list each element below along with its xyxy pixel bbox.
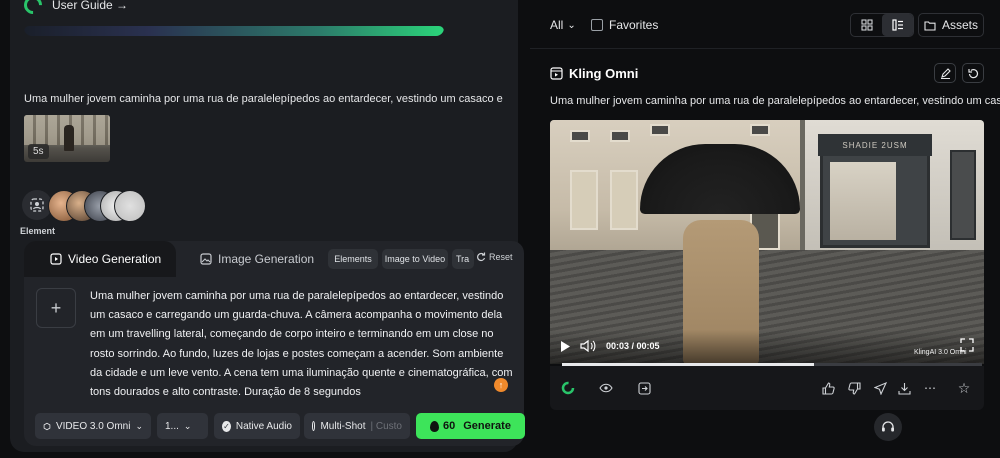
chevron-down-icon: ⌄ [135, 420, 143, 431]
reset-icon [477, 252, 486, 262]
divider [530, 48, 1000, 49]
flame-icon [430, 420, 439, 432]
element-label: Element [20, 226, 56, 236]
multi-shot-toggle[interactable]: Multi-Shot | Custo [304, 413, 410, 439]
tab-video-generation[interactable]: Video Generation [24, 241, 176, 277]
chevron-down-icon: ⌄ [567, 19, 576, 31]
video-time: 00:03 / 00:05 [606, 341, 660, 351]
video-watermark: KlingAI 3.0 Omni [914, 349, 967, 356]
user-guide-label: User Guide → [52, 0, 129, 12]
eye-icon[interactable] [598, 380, 614, 396]
result-prompt: Uma mulher jovem caminha por uma rua de … [550, 95, 1000, 107]
result-action-bar: ⋯ ☆ [550, 366, 984, 410]
model-select[interactable]: VIDEO 3.0 Omni ⌄ [35, 413, 151, 439]
play-icon[interactable] [560, 340, 571, 353]
history-prompt-preview: Uma mulher jovem caminha por uma rua de … [24, 93, 503, 105]
grid-icon [860, 19, 873, 31]
custom-label: | Custo [370, 420, 402, 432]
element-avatar-5[interactable] [114, 190, 146, 222]
headset-icon [882, 421, 894, 432]
thumbs-down-icon[interactable] [846, 380, 862, 396]
reset-button[interactable]: Reset [476, 252, 513, 262]
chip-truncated[interactable]: Tra [452, 249, 474, 269]
chip-image-to-video[interactable]: Image to Video [382, 249, 448, 269]
filter-all-select[interactable]: All ⌄ [550, 18, 576, 32]
image-icon [200, 253, 212, 265]
result-title: Kling Omni [550, 66, 638, 81]
video-icon [50, 253, 62, 265]
folder-icon [924, 20, 936, 31]
native-audio-toggle[interactable]: ✓ Native Audio [214, 413, 300, 439]
share-icon[interactable] [872, 380, 888, 396]
volume-icon[interactable] [580, 339, 596, 353]
support-headset-button[interactable] [874, 413, 902, 441]
credits-badge: 60 [430, 420, 455, 432]
check-circle-icon: ✓ [222, 420, 231, 432]
kling-logo-icon [20, 0, 46, 18]
grid-view-button[interactable] [851, 14, 882, 36]
video-icon [550, 67, 563, 80]
upload-arrow-icon[interactable]: ↑ [494, 378, 508, 392]
add-media-button[interactable]: + [36, 288, 76, 328]
shop-sign: SHADIE 2USM [818, 134, 932, 156]
plus-icon: + [50, 297, 62, 318]
user-guide-link[interactable]: User Guide → [20, 0, 129, 18]
chevron-down-icon: ⌄ [183, 420, 192, 431]
video-player[interactable]: SHADIE 2USM 00:03 / 00:05 KlingAI 3.0 Om… [550, 120, 984, 364]
list-view-button[interactable] [882, 14, 913, 36]
thumbs-up-icon[interactable] [820, 380, 836, 396]
left-panel: User Guide → Uma mulher jovem caminha po… [10, 0, 525, 452]
tab-video-label: Video Generation [68, 252, 162, 266]
extend-icon[interactable] [636, 380, 652, 396]
kling-logo-icon[interactable] [560, 380, 576, 396]
model-icon [43, 422, 51, 430]
download-icon[interactable] [896, 380, 912, 396]
regenerate-button[interactable] [962, 63, 984, 83]
radio-icon [312, 421, 316, 431]
refresh-icon [967, 68, 978, 78]
tab-image-label: Image Generation [218, 252, 315, 266]
thumbnail-duration: 5s [28, 144, 49, 159]
checkbox-icon [591, 19, 603, 31]
composer-card: Video Generation Image Generation Elemen… [24, 241, 525, 446]
assets-button[interactable]: Assets [918, 13, 984, 37]
tab-image-generation[interactable]: Image Generation [200, 252, 314, 266]
star-icon[interactable]: ☆ [956, 380, 972, 396]
banner-gradient [24, 26, 444, 36]
generate-button[interactable]: 60 Generate [416, 413, 525, 439]
edit-button[interactable] [934, 63, 956, 83]
count-select[interactable]: 1... ⌄ [157, 413, 208, 439]
pencil-icon [940, 67, 951, 79]
favorites-checkbox[interactable]: Favorites [591, 18, 658, 32]
more-icon[interactable]: ⋯ [922, 380, 938, 396]
list-icon [891, 19, 903, 31]
prompt-textarea[interactable]: Uma mulher jovem caminha por uma rua de … [90, 287, 514, 402]
view-toggle [850, 13, 914, 37]
history-video-thumbnail[interactable]: 5s [24, 115, 110, 162]
chip-elements[interactable]: Elements [328, 249, 378, 269]
